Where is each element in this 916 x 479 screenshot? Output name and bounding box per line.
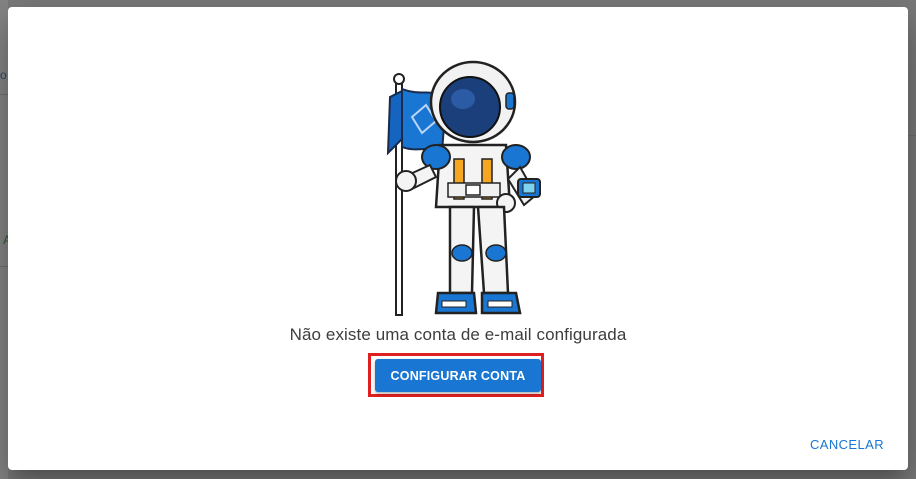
background-divider: [0, 94, 8, 95]
background-partial-label: o: [0, 68, 7, 82]
cancel-button[interactable]: CANCELAR: [810, 433, 884, 456]
no-account-message: Não existe uma conta de e-mail configura…: [289, 325, 627, 344]
astronaut-with-flag-icon: [386, 60, 541, 316]
configure-account-button[interactable]: CONFIGURAR CONTA: [375, 359, 541, 392]
no-email-account-dialog: Não existe uma conta de e-mail configura…: [8, 7, 908, 470]
background-divider: [908, 135, 916, 136]
background-divider: [0, 266, 8, 267]
